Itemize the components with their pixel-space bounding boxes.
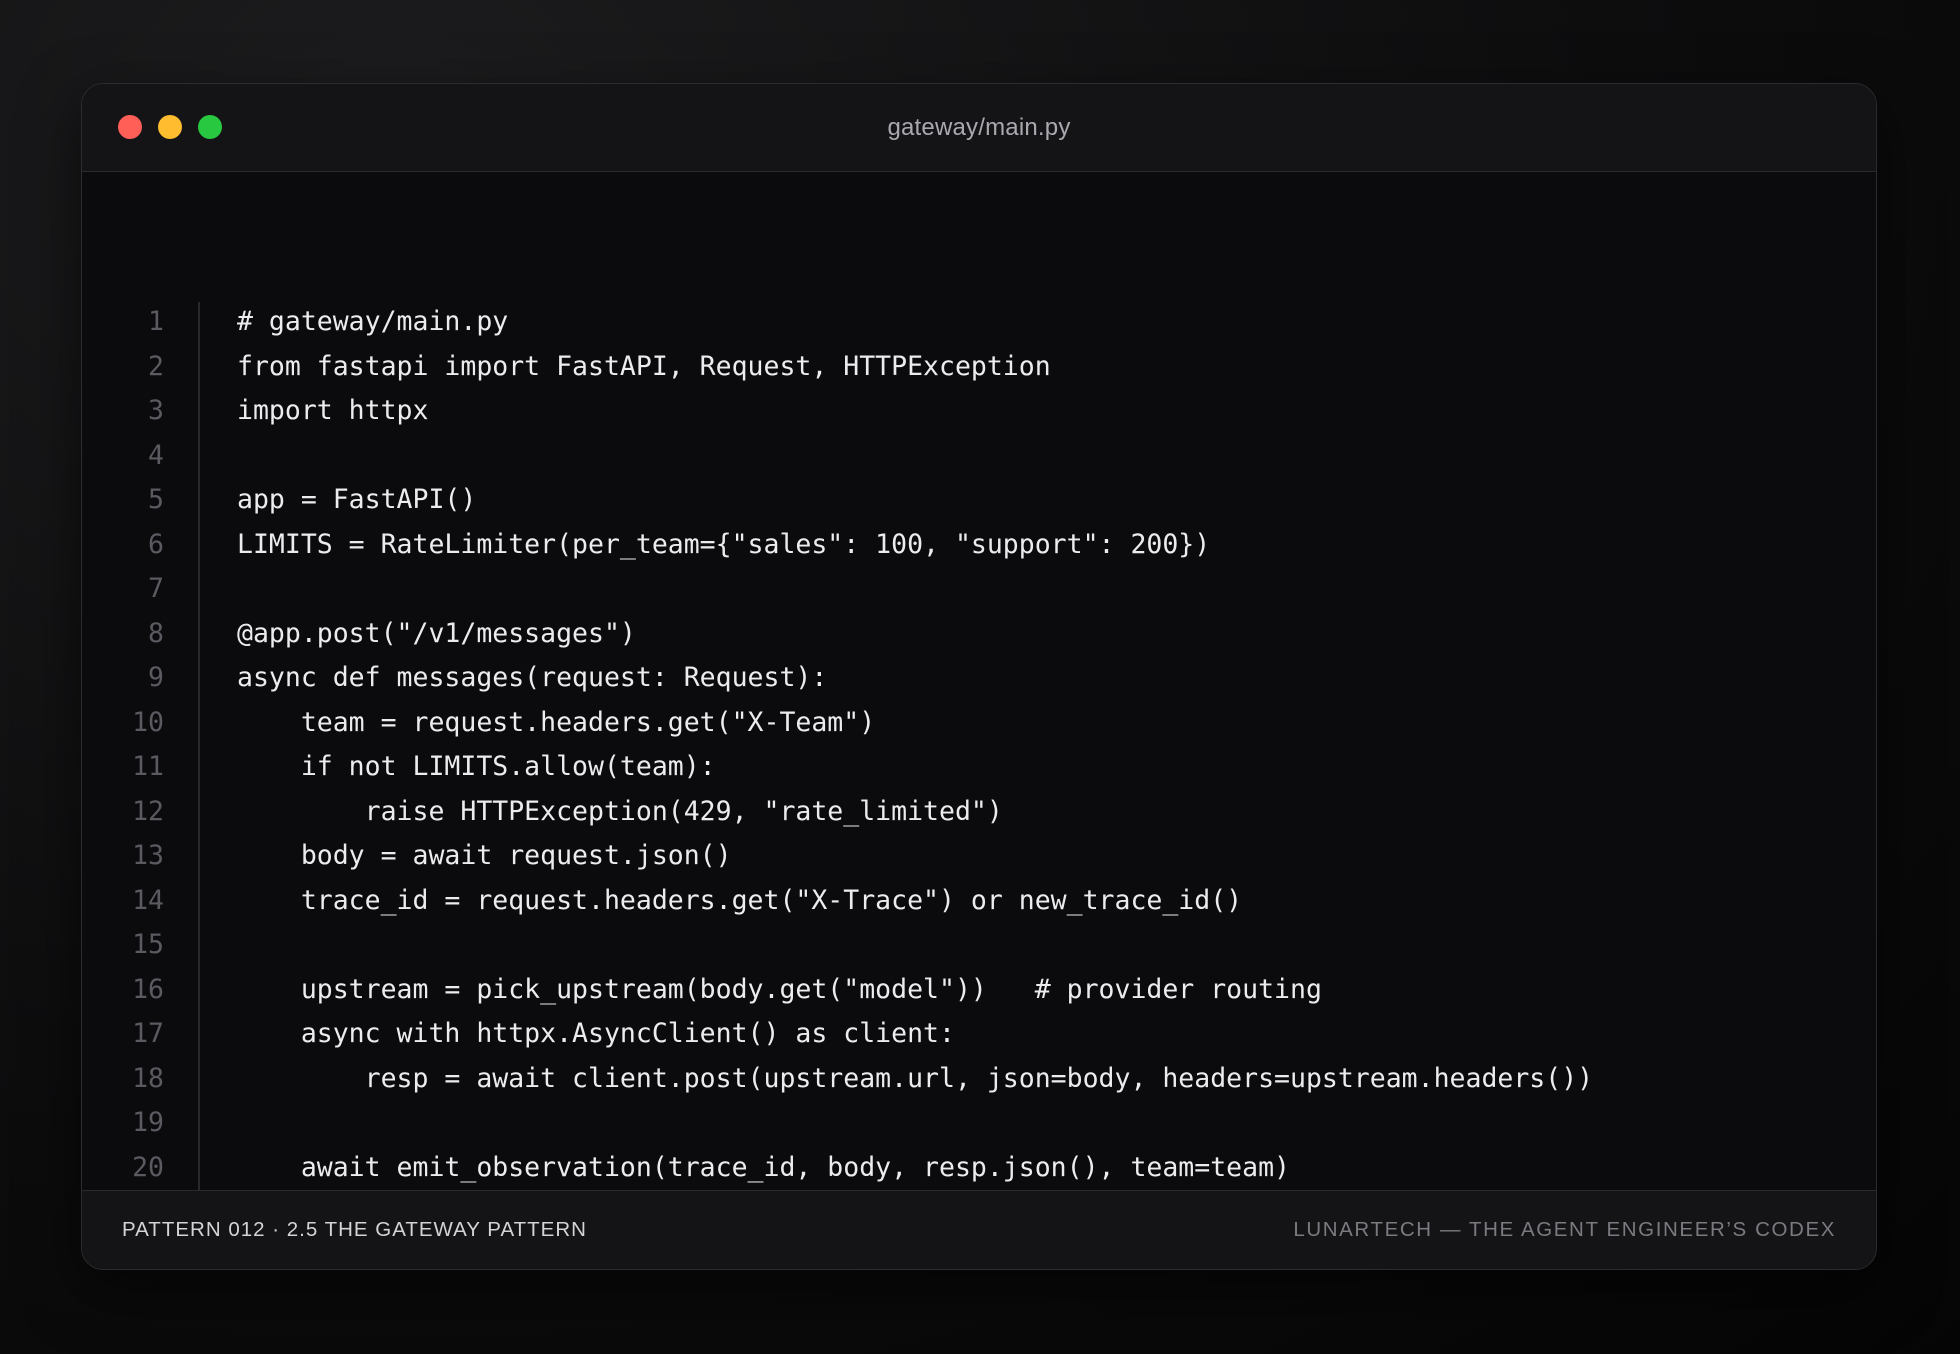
line-code: upstream = pick_upstream(body.get("model… xyxy=(237,973,1322,1005)
code-window: gateway/main.py 1 # gateway/main.py 2 from … xyxy=(81,83,1877,1270)
title-bar: gateway/main.py xyxy=(82,84,1876,172)
line-number: 16 xyxy=(132,973,164,1005)
line-code: # gateway/main.py xyxy=(237,306,509,337)
line-number: 19 xyxy=(132,1107,164,1138)
footer-bar: PATTERN 012 · 2.5 THE GATEWAY PATTERN LU… xyxy=(82,1190,1876,1269)
line-number: 11 xyxy=(132,751,164,782)
footer-pattern-label: PATTERN 012 · 2.5 THE GATEWAY PATTERN xyxy=(122,1218,587,1241)
code-editor: 1 # gateway/main.py 2 from fastapi import F… xyxy=(82,172,1876,1234)
line-code: resp = await client.post(upstream.url, j… xyxy=(237,1062,1594,1094)
window-title: gateway/main.py xyxy=(887,114,1071,141)
line-number: 12 xyxy=(132,795,164,827)
line-number: 9 xyxy=(148,662,164,693)
line-number: 4 xyxy=(148,439,164,471)
line-number: 2 xyxy=(148,350,164,382)
line-number: 1 xyxy=(148,306,164,337)
line-code: body = await request.json() xyxy=(237,840,732,871)
line-code: from fastapi import FastAPI, Request, HT… xyxy=(237,350,1051,382)
line-code: if not LIMITS.allow(team): xyxy=(237,751,716,782)
line-code: @app.post("/v1/messages") xyxy=(237,617,636,649)
line-number: 6 xyxy=(148,528,164,560)
line-code: async with httpx.AsyncClient() as client… xyxy=(237,1018,955,1049)
gutter-divider xyxy=(198,302,200,1234)
line-number: 8 xyxy=(148,617,164,649)
line-number: 15 xyxy=(132,929,164,960)
line-number: 13 xyxy=(132,840,164,871)
line-code: team = request.headers.get("X-Team") xyxy=(237,706,876,738)
line-code: import httpx xyxy=(237,395,429,426)
line-code: raise HTTPException(429, "rate_limited") xyxy=(237,795,1003,827)
line-number: 18 xyxy=(132,1062,164,1094)
line-code: trace_id = request.headers.get("X-Trace"… xyxy=(237,884,1243,916)
line-number: 3 xyxy=(148,395,164,426)
line-code: await emit_observation(trace_id, body, r… xyxy=(237,1151,1290,1183)
line-code: app = FastAPI() xyxy=(237,484,477,515)
line-number: 10 xyxy=(132,706,164,738)
line-code: async def messages(request: Request): xyxy=(237,662,828,693)
line-number: 20 xyxy=(132,1151,164,1183)
footer-brand-label: LUNARTECH — THE AGENT ENGINEER’S CODEX xyxy=(1293,1218,1836,1241)
line-number: 17 xyxy=(132,1018,164,1049)
line-number: 7 xyxy=(148,573,164,604)
line-number: 5 xyxy=(148,484,164,515)
line-number: 14 xyxy=(132,884,164,916)
line-code: LIMITS = RateLimiter(per_team={"sales": … xyxy=(237,528,1211,560)
